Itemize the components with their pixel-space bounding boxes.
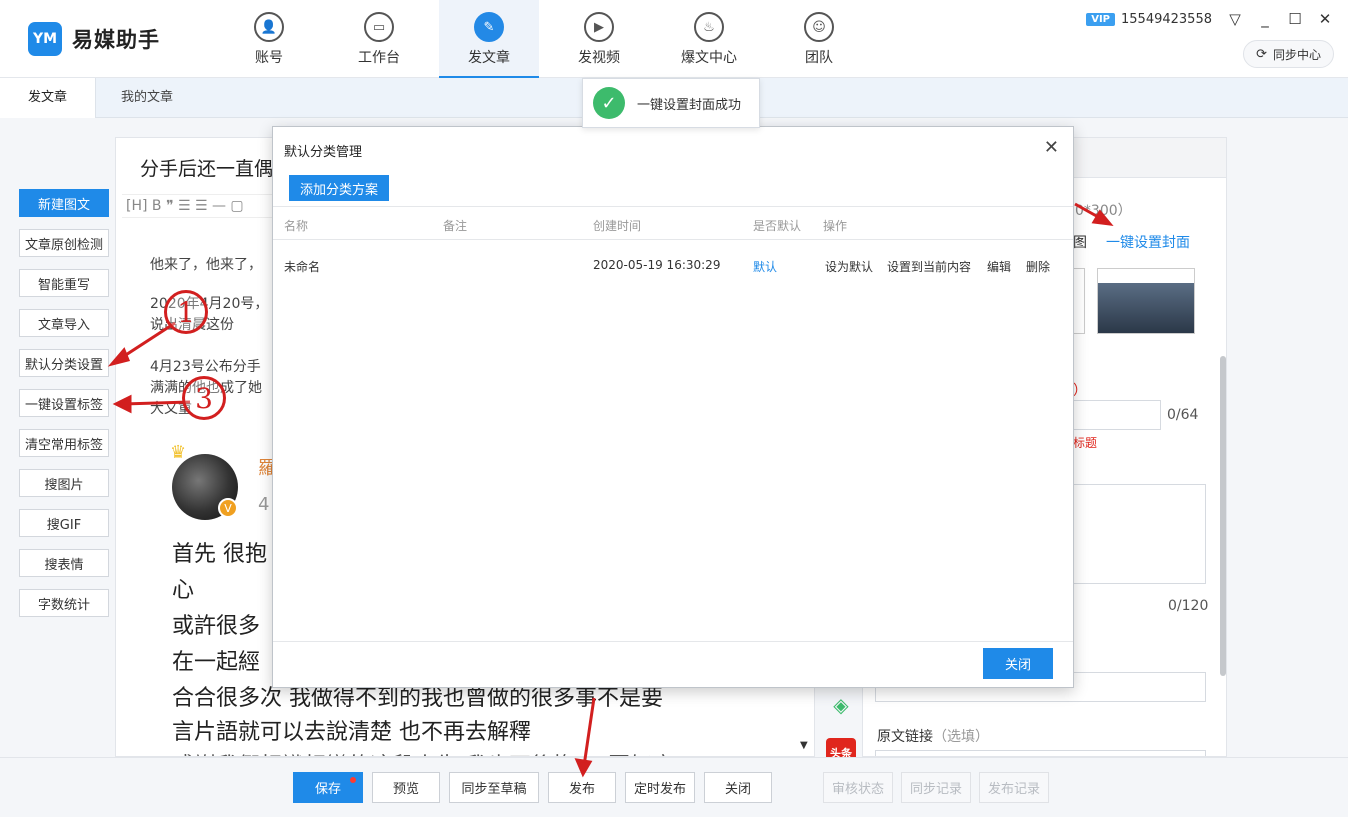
- arrow-head: [112, 394, 132, 414]
- toast-text: 一键设置封面成功: [637, 97, 742, 113]
- annotation-marker: 1: [164, 290, 208, 334]
- arrow-head: [107, 347, 131, 367]
- arrow-head: [1091, 209, 1114, 226]
- success-toast: ✓ 一键设置封面成功: [582, 78, 760, 128]
- check-icon: ✓: [593, 87, 625, 119]
- arrow-head: [574, 758, 593, 778]
- annotation-marker: 3: [182, 376, 226, 420]
- arrow-line: [582, 697, 596, 767]
- arrow-line: [123, 400, 191, 406]
